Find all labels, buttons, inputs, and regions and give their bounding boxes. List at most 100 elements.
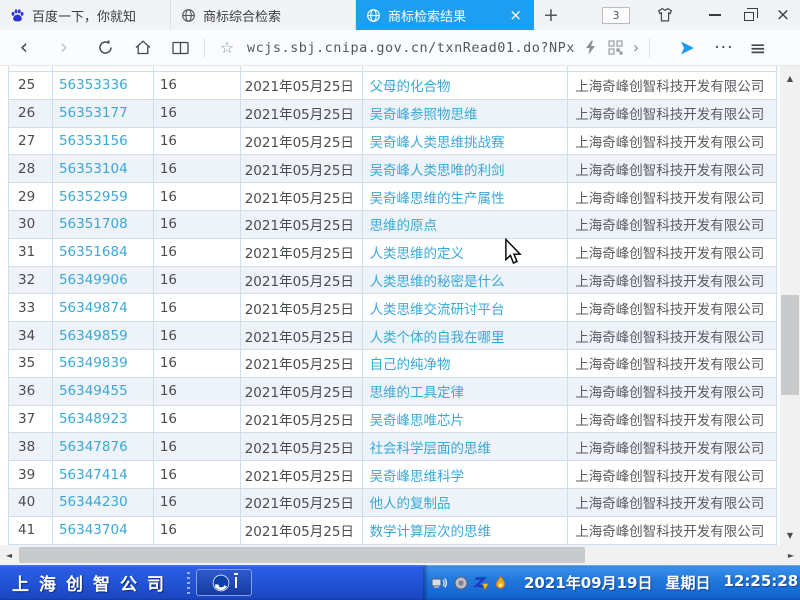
hamburger-menu-button[interactable]: ≡	[749, 30, 766, 66]
application-number-link[interactable]: 56351684	[53, 239, 154, 266]
application-number-link[interactable]: 56353156	[53, 128, 154, 155]
row-number: 26	[9, 100, 53, 127]
network-monitor-icon[interactable]	[431, 575, 449, 591]
browser-logo-icon	[212, 574, 230, 592]
table-row: 35 56349839 16 2021年05月25日 自己的纯净物 上海奇峰创智…	[9, 350, 777, 378]
tab-count-badge[interactable]: 3	[602, 7, 630, 24]
home-button[interactable]	[130, 30, 156, 66]
volume-icon[interactable]	[453, 575, 469, 591]
application-number-link[interactable]: 56349859	[53, 322, 154, 349]
row-number: 28	[9, 155, 53, 182]
more-menu-button[interactable]: ···	[714, 30, 733, 66]
reading-mode-icon[interactable]	[166, 30, 194, 66]
class-number: 16	[154, 378, 241, 405]
application-number-link[interactable]: 56348923	[53, 406, 154, 433]
application-date: 2021年05月25日	[241, 294, 363, 321]
trademark-name-link[interactable]: 社会科学层面的思维	[363, 433, 569, 460]
application-number-link[interactable]: 56353177	[53, 100, 154, 127]
skin-shirt-icon[interactable]	[656, 7, 674, 23]
horizontal-scrollbar[interactable]: ◄ ►	[0, 545, 800, 565]
class-number: 16	[154, 183, 241, 210]
taskbar-browser-button[interactable]	[196, 569, 252, 596]
row-number: 32	[9, 267, 53, 294]
applicant-name: 上海奇峰创智科技开发有限公司	[568, 406, 777, 433]
application-number-link[interactable]: 56352959	[53, 183, 154, 210]
system-tray: 2021年09月19日 星期日 12:25:28	[423, 565, 800, 600]
table-body: 25 56353336 16 2021年05月25日 父母的化合物 上海奇峰创智…	[9, 72, 777, 545]
trademark-name-link[interactable]: 他人的复制品	[363, 489, 569, 516]
trademark-name-link[interactable]: 人类思维交流研讨平台	[363, 294, 569, 321]
tab-trademark-results-active[interactable]: 商标检索结果 ×	[356, 0, 534, 30]
trademark-name-link[interactable]: 人类个体的自我在哪里	[363, 322, 569, 349]
scroll-up-arrow[interactable]: ▲	[780, 70, 800, 86]
application-number-link[interactable]: 56349906	[53, 267, 154, 294]
table-row: 29 56352959 16 2021年05月25日 吴奇峰思维的生产属性 上海…	[9, 183, 777, 211]
new-tab-button[interactable]: +	[534, 0, 568, 30]
application-number-link[interactable]: 56349455	[53, 378, 154, 405]
browser-toolbar: ‹ › ☆ wcjs.sbj.cnipa.gov.cn/txnRead01.do…	[0, 30, 800, 66]
trademark-name-link[interactable]: 吴奇峰思唯芯片	[363, 406, 569, 433]
horizontal-scrollbar-thumb[interactable]	[19, 547, 585, 563]
row-number: 25	[9, 72, 53, 99]
taskbar: 上海创智公司 2021年09月19日 星期日 12:25:28	[0, 565, 800, 600]
bookmark-star-icon[interactable]: ☆	[215, 30, 239, 66]
application-number-link[interactable]: 56347876	[53, 433, 154, 460]
trademark-name-link[interactable]: 数学计算层次的思维	[363, 517, 569, 544]
vertical-scrollbar-thumb[interactable]	[781, 295, 799, 395]
tab-baidu[interactable]: 百度一下，你就知	[0, 0, 171, 30]
trademark-name-link[interactable]: 吴奇峰人类思维挑战赛	[363, 128, 569, 155]
row-number: 38	[9, 433, 53, 460]
address-bar-url[interactable]: wcjs.sbj.cnipa.gov.cn/txnRead01.do?NPx	[247, 40, 575, 56]
play-extension-icon[interactable]	[678, 30, 696, 66]
trademark-name-link[interactable]: 吴奇峰思维的生产属性	[363, 183, 569, 210]
toolbar-divider	[204, 38, 205, 58]
taskbar-company-label: 上海创智公司	[12, 565, 174, 600]
trademark-name-link[interactable]: 自己的纯净物	[363, 350, 569, 377]
application-number-link[interactable]: 56351708	[53, 211, 154, 238]
expand-chevron-icon[interactable]: ›	[633, 30, 639, 66]
application-number-link[interactable]: 56344230	[53, 489, 154, 516]
page-content: 25 56353336 16 2021年05月25日 父母的化合物 上海奇峰创智…	[0, 66, 800, 565]
trademark-name-link[interactable]: 思维的工具定律	[363, 378, 569, 405]
applicant-name: 上海奇峰创智科技开发有限公司	[568, 128, 777, 155]
table-row: 32 56349906 16 2021年05月25日 人类思维的秘密是什么 上海…	[9, 267, 777, 295]
scroll-down-arrow[interactable]: ▼	[780, 527, 800, 543]
application-number-link[interactable]: 56349839	[53, 350, 154, 377]
application-number-link[interactable]: 56349874	[53, 294, 154, 321]
trademark-name-link[interactable]: 人类思维的秘密是什么	[363, 267, 569, 294]
minimize-button[interactable]	[698, 0, 732, 30]
quicklaunch-separator	[187, 572, 190, 594]
trademark-name-link[interactable]: 吴奇峰人类思唯的利剑	[363, 155, 569, 182]
row-number: 41	[9, 517, 53, 544]
flame-icon[interactable]	[493, 575, 508, 591]
restore-button[interactable]	[732, 0, 766, 30]
restore-icon	[744, 12, 754, 21]
baidu-paw-icon	[10, 8, 25, 23]
close-window-button[interactable]: ×	[766, 0, 800, 30]
trademark-name-link[interactable]: 思维的原点	[363, 211, 569, 238]
tab-close-icon[interactable]: ×	[507, 8, 524, 23]
zonealarm-icon[interactable]	[473, 575, 489, 591]
application-date: 2021年05月25日	[241, 267, 363, 294]
table-row: 25 56353336 16 2021年05月25日 父母的化合物 上海奇峰创智…	[9, 72, 777, 100]
scroll-left-arrow[interactable]: ◄	[0, 545, 18, 565]
refresh-button[interactable]	[92, 30, 118, 66]
application-number-link[interactable]: 56343704	[53, 517, 154, 544]
lightning-icon[interactable]	[585, 30, 596, 66]
application-date: 2021年05月25日	[241, 517, 363, 544]
trademark-name-link[interactable]: 吴奇峰参照物思维	[363, 100, 569, 127]
trademark-name-link[interactable]: 人类思维的定义	[363, 239, 569, 266]
globe-icon	[366, 8, 381, 23]
trademark-name-link[interactable]: 父母的化合物	[363, 72, 569, 99]
back-button[interactable]: ‹	[12, 30, 36, 66]
taskbar-clock[interactable]: 2021年09月19日 星期日 12:25:28	[524, 572, 798, 593]
scroll-right-arrow[interactable]: ►	[782, 545, 800, 565]
application-number-link[interactable]: 56353104	[53, 155, 154, 182]
trademark-name-link[interactable]: 吴奇峰思维科学	[363, 461, 569, 488]
tab-trademark-search[interactable]: 商标综合检索	[171, 0, 356, 30]
qr-code-icon[interactable]	[608, 30, 623, 66]
forward-button[interactable]: ›	[52, 30, 76, 66]
application-number-link[interactable]: 56347414	[53, 461, 154, 488]
application-number-link[interactable]: 56353336	[53, 72, 154, 99]
vertical-scrollbar[interactable]: ▲ ▼	[780, 66, 800, 545]
